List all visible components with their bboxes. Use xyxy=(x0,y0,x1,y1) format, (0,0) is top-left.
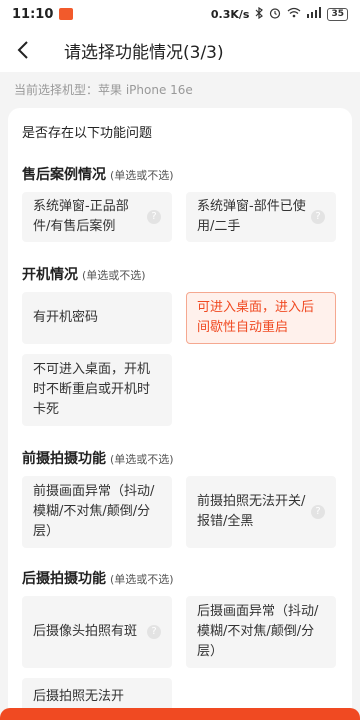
option-boot-password[interactable]: 有开机密码 xyxy=(22,292,172,344)
network-speed: 0.3K/s xyxy=(210,7,250,21)
function-card: 是否存在以下功能问题 售后案例情况 (单选或不选) 系统弹窗-正品部件/有售后案例… xyxy=(8,108,352,720)
option-label: 后摄拍照无法开 xyxy=(33,689,125,704)
wifi-icon xyxy=(287,7,301,21)
option-label: 不可进入桌面，开机时不断重启或开机时卡死 xyxy=(33,362,151,417)
section-title-rear-camera: 后摄拍摄功能 (单选或不选) xyxy=(22,568,174,588)
alarm-icon xyxy=(269,7,281,22)
option-label: 有开机密码 xyxy=(33,310,99,325)
section-hint: (单选或不选) xyxy=(110,573,174,586)
section-title-front-camera: 前摄拍摄功能 (单选或不选) xyxy=(22,448,174,468)
option-label: 系统弹窗-正品部件/有售后案例 xyxy=(33,199,129,234)
section-label: 售后案例情况 xyxy=(22,167,106,183)
section-label: 开机情况 xyxy=(22,267,78,283)
option-front-camera-error[interactable]: 前摄拍照无法开关/报错/全黑 ? xyxy=(186,476,336,548)
option-after-sales-used[interactable]: 系统弹窗-部件已使用/二手 ? xyxy=(186,192,336,242)
help-icon[interactable]: ? xyxy=(147,625,161,639)
status-bar: 11:10 0.3K/s 35 xyxy=(0,0,360,28)
model-info: 当前选择机型：苹果 iPhone 16e xyxy=(0,72,360,106)
option-rear-camera-spots[interactable]: 后摄像头拍照有斑 ? xyxy=(22,596,172,668)
option-label: 前摄拍照无法开关/报错/全黑 xyxy=(197,494,306,529)
option-after-sales-genuine[interactable]: 系统弹窗-正品部件/有售后案例 ? xyxy=(22,192,172,242)
section-title-boot: 开机情况 (单选或不选) xyxy=(22,264,146,284)
section-title-after-sales: 售后案例情况 (单选或不选) xyxy=(22,164,174,184)
signal-icon xyxy=(307,7,322,21)
question-text: 是否存在以下功能问题 xyxy=(22,126,153,141)
section-hint: (单选或不选) xyxy=(82,269,146,282)
help-icon[interactable]: ? xyxy=(311,505,325,519)
help-icon[interactable]: ? xyxy=(147,210,161,224)
nav-bar: 请选择功能情况(3/3) xyxy=(0,28,360,72)
app-notification-icon xyxy=(59,8,74,20)
option-label: 系统弹窗-部件已使用/二手 xyxy=(197,199,306,234)
option-boot-no-desktop[interactable]: 不可进入桌面，开机时不断重启或开机时卡死 xyxy=(22,354,172,426)
option-label: 后摄像头拍照有斑 xyxy=(33,624,138,639)
bluetooth-icon xyxy=(255,6,264,22)
section-label: 前摄拍摄功能 xyxy=(22,451,106,467)
option-rear-camera-abnormal[interactable]: 后摄画面异常（抖动/模糊/不对焦/颠倒/分层） xyxy=(186,596,336,668)
status-time: 11:10 xyxy=(12,6,54,22)
bottom-action-bar[interactable] xyxy=(0,708,360,720)
help-icon[interactable]: ? xyxy=(311,210,325,224)
option-label: 后摄画面异常（抖动/模糊/不对焦/颠倒/分层） xyxy=(197,604,319,659)
option-front-camera-abnormal[interactable]: 前摄画面异常（抖动/模糊/不对焦/颠倒/分层） xyxy=(22,476,172,548)
option-label: 可进入桌面，进入后间歇性自动重启 xyxy=(197,300,315,335)
option-label: 前摄画面异常（抖动/模糊/不对焦/颠倒/分层） xyxy=(33,484,155,539)
section-hint: (单选或不选) xyxy=(110,453,174,466)
model-info-text: 当前选择机型：苹果 iPhone 16e xyxy=(14,82,193,97)
section-label: 后摄拍摄功能 xyxy=(22,571,106,587)
page-title: 请选择功能情况(3/3) xyxy=(64,42,224,63)
section-hint: (单选或不选) xyxy=(110,169,174,182)
back-button[interactable] xyxy=(0,28,46,72)
chevron-left-icon xyxy=(17,41,28,59)
option-boot-restart-selected[interactable]: 可进入桌面，进入后间歇性自动重启 xyxy=(186,292,336,344)
status-icons: 0.3K/s 35 xyxy=(210,6,348,22)
battery-icon: 35 xyxy=(327,7,348,21)
